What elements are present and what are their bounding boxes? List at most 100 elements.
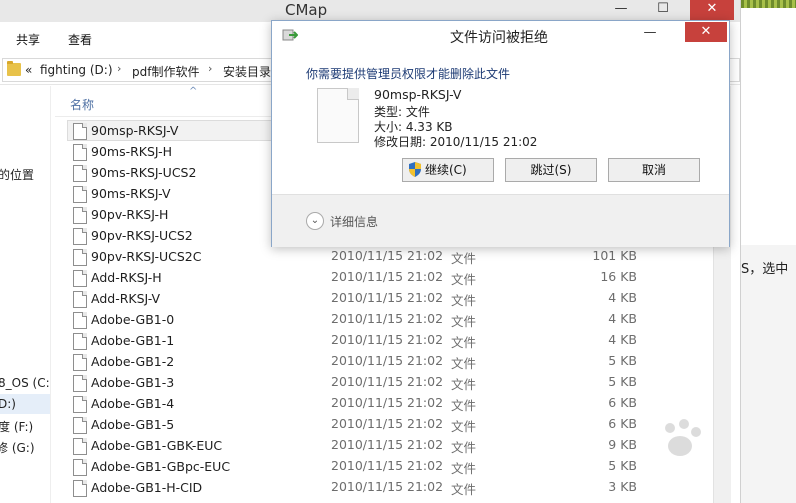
dialog-minimize-button[interactable]: —	[640, 25, 660, 40]
close-button[interactable]: ✕	[690, 0, 734, 20]
file-name-cell[interactable]: 90pv-RKSJ-UCS2C	[67, 246, 277, 267]
file-size: 6 KB	[608, 395, 637, 410]
file-size: 3 KB	[608, 479, 637, 494]
nav-item-drive-f[interactable]: 度 (F:)	[0, 418, 33, 435]
file-date: 2010/11/15 21:02	[331, 248, 444, 263]
ribbon-tab-view[interactable]: 查看	[68, 31, 92, 48]
file-type: 文件	[451, 440, 477, 455]
nav-item-locations[interactable]: 的位置	[0, 166, 34, 183]
file-name: 90ms-RKSJ-V	[91, 186, 171, 201]
document-icon	[73, 375, 87, 392]
file-modified-date: 修改日期: 2010/11/15 21:02	[374, 135, 538, 149]
file-name-cell[interactable]: Adobe-GB1-H-CID	[67, 477, 277, 498]
table-row[interactable]: Add-RKSJ-V 2010/11/15 21:02 文件 4 KB	[55, 288, 720, 309]
file-size: 9 KB	[608, 437, 637, 452]
navigation-pane: 的位置 8_OS (C:) D:) 度 (F:) 修 (G:)	[0, 86, 51, 503]
file-size: 5 KB	[608, 353, 637, 368]
cancel-button[interactable]: 取消	[608, 158, 700, 182]
file-name-cell[interactable]: Adobe-GB1-3	[67, 372, 277, 393]
dialog-titlebar: 文件访问被拒绝 — ✕	[272, 21, 729, 49]
document-icon	[73, 438, 87, 455]
file-name-cell[interactable]: Adobe-GB1-1	[67, 330, 277, 351]
skip-button[interactable]: 跳过(S)	[505, 158, 597, 182]
file-name-cell[interactable]: 90msp-RKSJ-V	[67, 120, 277, 141]
access-denied-dialog: 文件访问被拒绝 — ✕ 你需要提供管理员权限才能删除此文件 90msp-RKSJ…	[271, 20, 730, 247]
file-name: Adobe-GB1-H-CID	[91, 480, 203, 495]
document-icon	[73, 312, 87, 329]
file-name-cell[interactable]: 90ms-RKSJ-H	[67, 141, 277, 162]
chevron-down-icon[interactable]: ⌄	[306, 212, 324, 230]
file-name-cell[interactable]: 90ms-RKSJ-UCS2	[67, 162, 277, 183]
breadcrumb-folder[interactable]: pdf制作软件	[132, 63, 199, 80]
file-date: 2010/11/15 21:02	[331, 353, 444, 368]
breadcrumb-install-dir[interactable]: 安装目录	[223, 63, 271, 80]
table-row[interactable]: 90pv-RKSJ-UCS2C 2010/11/15 21:02 文件 101 KB	[55, 246, 720, 267]
file-date: 2010/11/15 21:02	[331, 290, 444, 305]
breadcrumb-drive[interactable]: fighting (D:)	[40, 63, 113, 77]
nav-item-drive-d[interactable]: D:)	[0, 397, 16, 411]
file-transfer-icon	[282, 29, 298, 41]
document-icon	[73, 333, 87, 350]
file-size: 5 KB	[608, 458, 637, 473]
file-name-cell[interactable]: 90pv-RKSJ-H	[67, 204, 277, 225]
chevron-right-icon[interactable]: ›	[117, 62, 121, 75]
table-row[interactable]: Adobe-GB1-1 2010/11/15 21:02 文件 4 KB	[55, 330, 720, 351]
background-banner	[741, 0, 796, 8]
file-type: 文件	[451, 356, 477, 371]
file-type: 文件	[451, 398, 477, 413]
baidu-paw-watermark-icon	[665, 419, 701, 456]
document-icon	[73, 417, 87, 434]
file-date: 2010/11/15 21:02	[331, 416, 444, 431]
file-size: 6 KB	[608, 416, 637, 431]
file-name-cell[interactable]: Adobe-GB1-5	[67, 414, 277, 435]
file-name-cell[interactable]: Adobe-GB1-0	[67, 309, 277, 330]
file-type: 文件	[451, 335, 477, 350]
nav-item-drive-c[interactable]: 8_OS (C:)	[0, 376, 50, 390]
file-name: Adobe-GB1-4	[91, 396, 175, 411]
file-type: 文件	[451, 272, 477, 287]
ribbon-tab-share[interactable]: 共享	[16, 31, 40, 48]
document-icon	[73, 291, 87, 308]
file-name: 90ms-RKSJ-H	[91, 144, 173, 159]
column-name-header[interactable]: 名称	[70, 96, 94, 113]
details-toggle-label[interactable]: 详细信息	[330, 213, 378, 230]
file-name-cell[interactable]: Adobe-GB1-2	[67, 351, 277, 372]
file-name-cell[interactable]: Adobe-GB1-GBpc-EUC	[67, 456, 277, 477]
continue-button[interactable]: 继续(C)	[402, 158, 494, 182]
file-type: 文件	[451, 419, 477, 434]
maximize-button[interactable]: ☐	[646, 0, 680, 20]
file-name-cell[interactable]: 90ms-RKSJ-V	[67, 183, 277, 204]
file-name: Add-RKSJ-V	[91, 291, 161, 306]
table-row[interactable]: Adobe-GB1-4 2010/11/15 21:02 文件 6 KB	[55, 393, 720, 414]
chevron-right-icon[interactable]: ›	[208, 62, 212, 75]
file-name-cell[interactable]: Adobe-GB1-4	[67, 393, 277, 414]
table-row[interactable]: Adobe-GB1-2 2010/11/15 21:02 文件 5 KB	[55, 351, 720, 372]
table-row[interactable]: Adobe-GB1-GBK-EUC 2010/11/15 21:02 文件 9 KB	[55, 435, 720, 456]
file-name: 90msp-RKSJ-V	[374, 87, 462, 102]
file-name-cell[interactable]: Adobe-GB1-GBK-EUC	[67, 435, 277, 456]
file-date: 2010/11/15 21:02	[331, 395, 444, 410]
dialog-close-button[interactable]: ✕	[685, 22, 727, 42]
table-row[interactable]: Adobe-GB1-5 2010/11/15 21:02 文件 6 KB	[55, 414, 720, 435]
file-name-cell[interactable]: Add-RKSJ-H	[67, 267, 277, 288]
sort-ascending-icon: ^	[189, 86, 198, 97]
file-type: 文件	[451, 251, 477, 266]
table-row[interactable]: Adobe-GB1-0 2010/11/15 21:02 文件 4 KB	[55, 309, 720, 330]
file-date: 2010/11/15 21:02	[331, 311, 444, 326]
file-date: 2010/11/15 21:02	[331, 437, 444, 452]
table-row[interactable]: Adobe-GB1-H-CID 2010/11/15 21:02 文件 3 KB	[55, 477, 720, 498]
file-size: 4 KB	[608, 311, 637, 326]
table-row[interactable]: Add-RKSJ-H 2010/11/15 21:02 文件 16 KB	[55, 267, 720, 288]
breadcrumb-overflow[interactable]: «	[25, 63, 32, 77]
file-size: 16 KB	[600, 269, 637, 284]
file-name-cell[interactable]: 90pv-RKSJ-UCS2	[67, 225, 277, 246]
file-name: 90pv-RKSJ-UCS2C	[91, 249, 202, 264]
document-icon	[73, 186, 87, 203]
file-name-cell[interactable]: Add-RKSJ-V	[67, 288, 277, 309]
nav-item-drive-g[interactable]: 修 (G:)	[0, 439, 35, 456]
table-row[interactable]: Adobe-GB1-3 2010/11/15 21:02 文件 5 KB	[55, 372, 720, 393]
minimize-button[interactable]: —	[604, 0, 638, 20]
file-date: 2010/11/15 21:02	[331, 332, 444, 347]
file-type: 文件	[451, 293, 477, 308]
table-row[interactable]: Adobe-GB1-GBpc-EUC 2010/11/15 21:02 文件 5 KB	[55, 456, 720, 477]
